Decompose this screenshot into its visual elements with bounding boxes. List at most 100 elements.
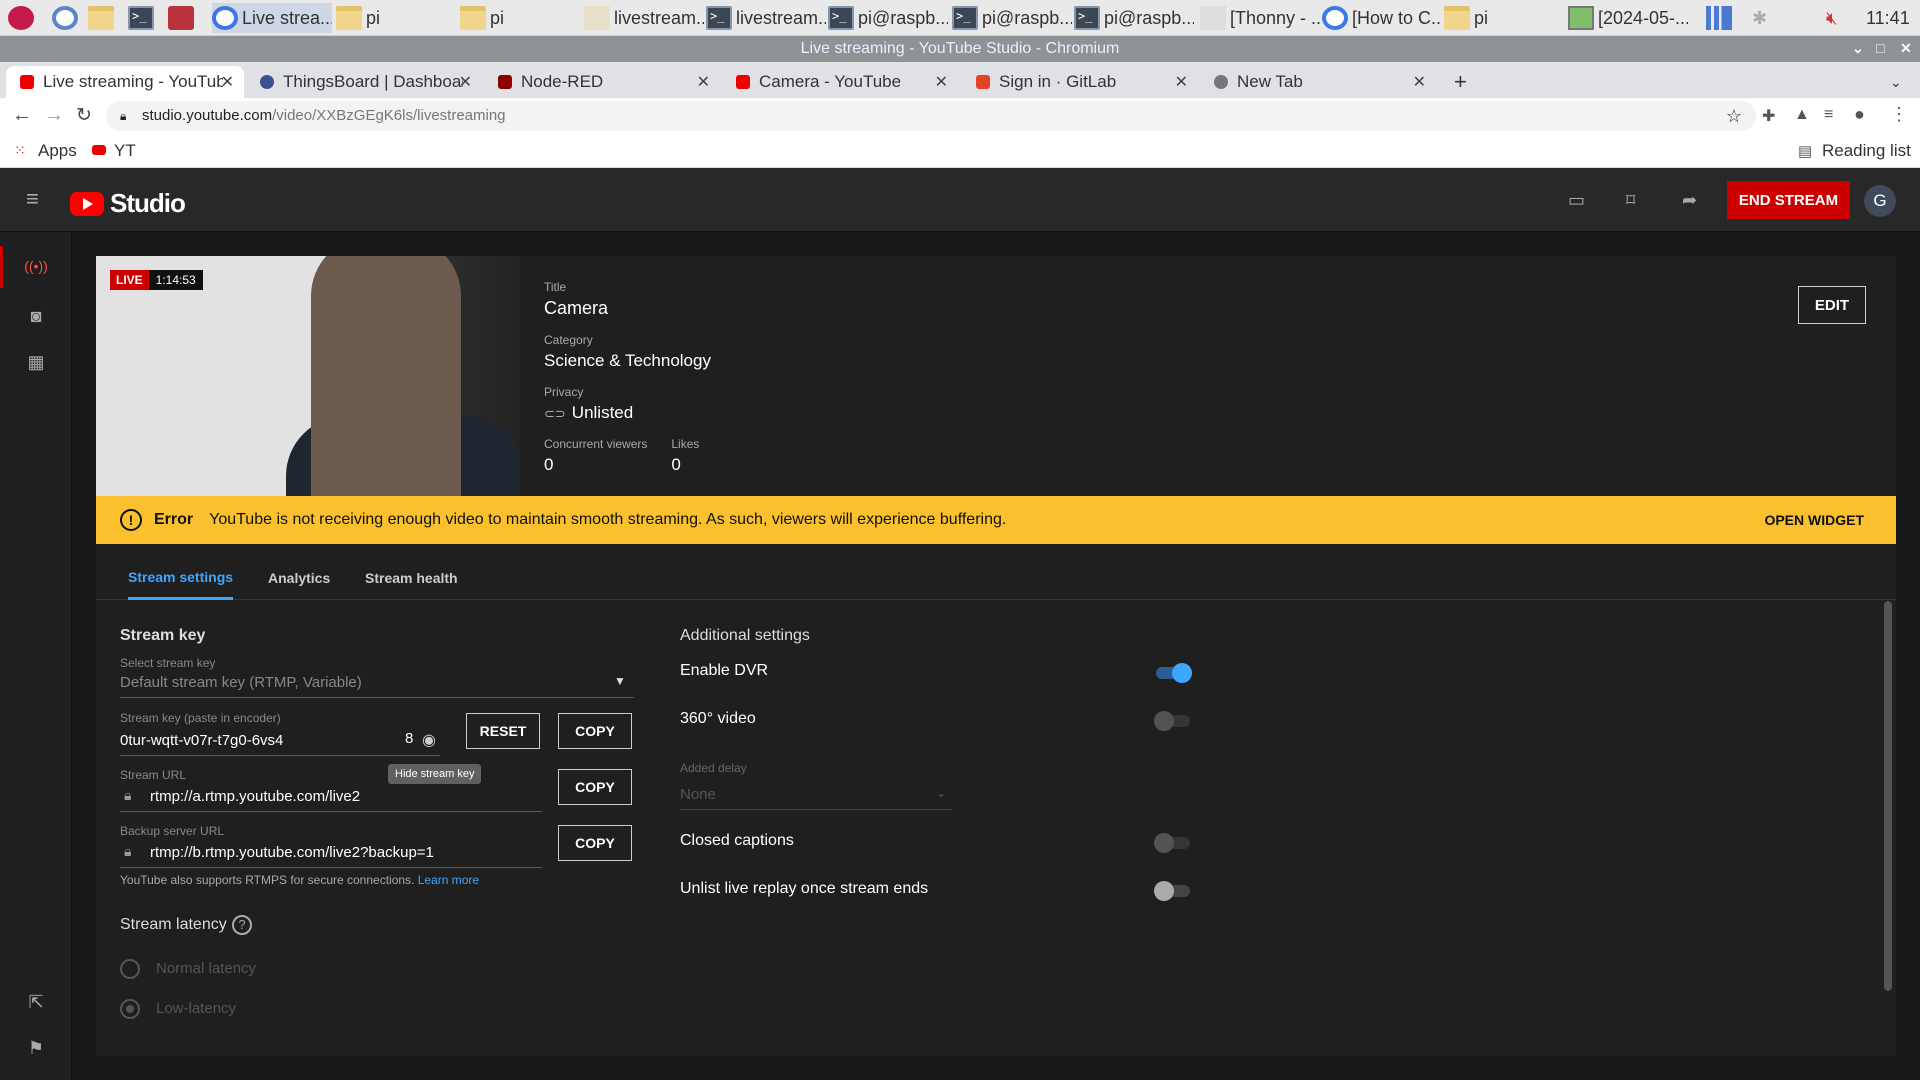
bookmark-yt[interactable]: YT xyxy=(114,141,136,161)
stream-tabs: Stream settings Analytics Stream health xyxy=(96,556,1896,600)
taskbar-item[interactable]: pi xyxy=(460,3,580,33)
tab-stream-settings[interactable]: Stream settings xyxy=(128,556,234,600)
live-stream-icon[interactable]: ((•)) xyxy=(22,252,50,280)
camera-icon[interactable]: ◙ xyxy=(22,302,50,330)
tab-gitlab[interactable]: Sign in · GitLab ✕ xyxy=(962,66,1198,98)
taskbar-item[interactable]: livestream... xyxy=(584,3,704,33)
reset-button[interactable]: RESET xyxy=(466,713,540,749)
bookmark-star-icon[interactable]: ☆ xyxy=(1726,101,1742,131)
edit-button[interactable]: EDIT xyxy=(1798,286,1866,324)
bookmark-apps[interactable]: Apps xyxy=(38,141,77,161)
media-control-icon[interactable]: ≡ xyxy=(1824,106,1833,124)
terminal-launcher-icon[interactable] xyxy=(128,3,158,33)
taskbar-item[interactable]: [How to C... xyxy=(1322,3,1442,33)
taskbar-item[interactable]: pi@raspb... xyxy=(828,3,948,33)
stream-url-field[interactable]: rtmp://a.rtmp.youtube.com/live2 xyxy=(150,788,360,805)
forward-icon[interactable]: → xyxy=(44,104,64,127)
tab-stream-health[interactable]: Stream health xyxy=(365,556,458,600)
avatar[interactable]: G xyxy=(1864,185,1896,217)
added-delay-select[interactable]: None xyxy=(680,786,716,803)
tab-search-icon[interactable]: ⌄ xyxy=(1876,66,1902,98)
stream-preview[interactable]: LIVE 1:14:53 xyxy=(96,256,520,496)
browser-launcher-icon[interactable] xyxy=(52,3,82,33)
lab-flask-icon[interactable]: ▲ xyxy=(1794,106,1810,124)
tab-camera-youtube[interactable]: Camera - YouTube ✕ xyxy=(722,66,958,98)
vr360-toggle[interactable] xyxy=(1154,710,1192,731)
tab-new-tab[interactable]: New Tab ✕ xyxy=(1200,66,1436,98)
feedback-icon[interactable]: ⚑ xyxy=(22,1034,50,1062)
eye-icon[interactable]: ◉ xyxy=(422,730,436,750)
tab-label: ThingsBoard | Dashboards xyxy=(283,72,463,91)
minimize-icon[interactable]: ⌄ xyxy=(1852,40,1864,57)
stream-panel: LIVE 1:14:53 Title Camera Category Scien… xyxy=(96,256,1896,1056)
taskbar-item[interactable]: livestream... xyxy=(706,3,826,33)
likes-label: Likes xyxy=(671,437,700,451)
image-viewer-icon xyxy=(1568,6,1594,30)
open-external-icon[interactable]: ⇱ xyxy=(22,988,50,1016)
taskbar-item[interactable]: pi xyxy=(1444,3,1564,33)
taskbar-item[interactable]: Live strea... xyxy=(212,3,332,33)
copy-key-button[interactable]: COPY xyxy=(558,713,632,749)
close-window-icon[interactable]: ✕ xyxy=(1900,40,1912,57)
taskbar-item[interactable]: [Thonny - ... xyxy=(1200,3,1320,33)
backup-url-field[interactable]: rtmp://b.rtmp.youtube.com/live2?backup=1 xyxy=(150,844,434,861)
close-tab-icon[interactable]: ✕ xyxy=(697,72,710,92)
url-bar[interactable]: 🔒︎ studio.youtube.com/video/XXBzGEgK6ls/… xyxy=(106,101,1756,131)
hamburger-menu-icon[interactable]: ≡ xyxy=(26,186,39,212)
tab-node-red[interactable]: Node-RED ✕ xyxy=(484,66,720,98)
close-tab-icon[interactable]: ✕ xyxy=(221,72,234,92)
browser-menu-icon[interactable]: ⋮ xyxy=(1890,104,1908,125)
clapperboard-icon[interactable]: ▭ xyxy=(1568,190,1590,210)
taskbar-item[interactable]: pi@raspb... xyxy=(1074,3,1194,33)
bookmark-icon[interactable]: ⌑ xyxy=(1626,190,1648,210)
tab-live-streaming[interactable]: Live streaming - YouTube Studio✕ xyxy=(6,66,244,98)
enable-dvr-toggle[interactable] xyxy=(1154,662,1192,683)
taskbar-item[interactable]: [2024-05-... xyxy=(1568,3,1688,33)
closed-captions-toggle[interactable] xyxy=(1154,832,1192,853)
studio-logo[interactable]: Studio xyxy=(70,188,186,219)
folder-icon xyxy=(460,6,486,30)
calendar-icon[interactable]: ▦ xyxy=(22,348,50,376)
unlist-replay-toggle[interactable] xyxy=(1154,880,1192,901)
raspberry-menu-icon[interactable] xyxy=(8,3,38,33)
stream-key-field[interactable]: 0tur-wqtt-v07r-t7g0-6vs4 xyxy=(120,732,283,749)
app-launcher-icon[interactable] xyxy=(168,3,198,33)
stream-category: Science & Technology xyxy=(544,351,711,370)
bluetooth-icon[interactable]: ✱ xyxy=(1752,3,1767,33)
help-icon[interactable]: ? xyxy=(232,915,252,935)
clock[interactable]: 11:41 xyxy=(1866,3,1910,33)
tab-analytics[interactable]: Analytics xyxy=(268,556,330,600)
tab-thingsboard[interactable]: ThingsBoard | Dashboards✕ xyxy=(246,66,482,98)
scrollbar[interactable] xyxy=(1884,601,1892,991)
maximize-icon[interactable]: □ xyxy=(1876,40,1884,56)
error-banner: ! Error YouTube is not receiving enough … xyxy=(96,496,1896,544)
close-tab-icon[interactable]: ✕ xyxy=(935,72,948,92)
back-icon[interactable]: ← xyxy=(12,104,32,127)
reload-icon[interactable]: ↻ xyxy=(76,104,92,127)
stream-key-select[interactable]: Default stream key (RTMP, Variable) xyxy=(120,674,362,691)
extensions-icon[interactable]: ✚ xyxy=(1762,106,1775,126)
close-tab-icon[interactable]: ✕ xyxy=(459,72,472,92)
stream-url-label: Stream URL xyxy=(120,768,187,782)
new-tab-button[interactable]: + xyxy=(1448,66,1467,98)
learn-more-link[interactable]: Learn more xyxy=(418,873,479,887)
close-tab-icon[interactable]: ✕ xyxy=(1413,72,1426,92)
volume-muted-icon[interactable]: 🔇︎ xyxy=(1826,3,1837,33)
reading-list[interactable]: Reading list xyxy=(1822,141,1911,161)
network-icon[interactable] xyxy=(1706,3,1736,33)
open-widget-button[interactable]: OPEN WIDGET xyxy=(1764,512,1864,528)
vr360-label: 360° video xyxy=(680,710,756,727)
share-icon[interactable]: ➦ xyxy=(1682,190,1704,210)
normal-latency-radio[interactable] xyxy=(120,959,140,979)
close-tab-icon[interactable]: ✕ xyxy=(1175,72,1188,92)
profile-icon[interactable]: ● xyxy=(1854,104,1865,125)
copy-backup-button[interactable]: COPY xyxy=(558,825,632,861)
file-manager-icon[interactable] xyxy=(88,3,118,33)
low-latency-radio[interactable] xyxy=(120,999,140,1019)
taskbar-item[interactable]: pi xyxy=(336,3,456,33)
end-stream-button[interactable]: END STREAM xyxy=(1727,181,1850,219)
taskbar-item[interactable]: pi@raspb... xyxy=(952,3,1072,33)
copy-url-button[interactable]: COPY xyxy=(558,769,632,805)
dropdown-arrow-icon[interactable]: ▼ xyxy=(614,674,626,688)
url-path: /video/XXBzGEgK6ls/livestreaming xyxy=(272,107,506,124)
